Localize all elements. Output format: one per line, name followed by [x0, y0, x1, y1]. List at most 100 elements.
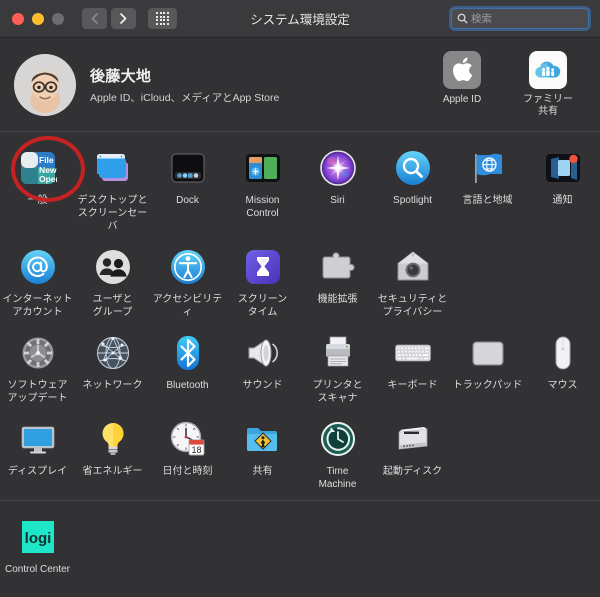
- pref-label-sharing: 共有: [252, 466, 273, 477]
- svg-text:File: File: [39, 155, 54, 165]
- displays-icon: [17, 418, 59, 460]
- apple-id-button[interactable]: Apple ID: [430, 50, 494, 119]
- pref-label-extensions: 機能拡張: [317, 294, 358, 305]
- grid-empty-slot: [525, 510, 600, 594]
- pref-label-time-machine: Time Machine: [319, 465, 357, 491]
- pref-item-displays[interactable]: ディスプレイ: [0, 412, 75, 498]
- bluetooth-icon: [167, 332, 209, 374]
- avatar[interactable]: [14, 53, 76, 116]
- pref-item-siri[interactable]: Siri: [300, 141, 375, 240]
- grid-icon: [156, 12, 169, 25]
- pref-item-mouse[interactable]: マウス: [525, 326, 600, 412]
- screentime-label-line1: スクリーン: [237, 294, 288, 305]
- pref-label-mouse: マウス: [547, 380, 578, 391]
- svg-text:Open: Open: [39, 174, 57, 184]
- pref-label-sound: サウンド: [242, 380, 283, 391]
- spotlight-icon: [392, 147, 434, 189]
- show-all-button[interactable]: [148, 8, 177, 29]
- startup-disk-icon: [392, 418, 434, 460]
- pref-label-security-privacy: セキュリティと プライバシー: [378, 293, 447, 319]
- pref-item-bluetooth[interactable]: Bluetooth: [150, 326, 225, 412]
- desktop-label-line2: スクリーンセーバ: [77, 208, 148, 232]
- timemachine-label-line1: Time: [326, 466, 349, 477]
- pref-item-startup-disk[interactable]: 起動ディスク: [375, 412, 450, 498]
- printers-label-line1: プリンタと: [312, 380, 363, 391]
- pref-item-energy-saver[interactable]: 省エネルギー: [75, 412, 150, 498]
- pref-item-desktop-screensaver[interactable]: デスクトップと スクリーンセーバ: [75, 141, 150, 240]
- pref-item-users-groups[interactable]: ユーザと グループ: [75, 240, 150, 326]
- grid-empty-slot: [525, 412, 600, 498]
- security-privacy-icon: [392, 246, 434, 288]
- pref-item-security-privacy[interactable]: セキュリティと プライバシー: [375, 240, 450, 326]
- pref-item-mission-control[interactable]: Mission Control: [225, 141, 300, 240]
- pref-label-accessibility: アクセシビリティ: [152, 294, 223, 318]
- softwareupdate-label-line1: ソフトウェア: [7, 380, 68, 391]
- pref-item-printers-scanners[interactable]: プリンタと スキャナ: [300, 326, 375, 412]
- search-placeholder: 検索: [471, 13, 492, 25]
- energy-saver-icon: [92, 418, 134, 460]
- preference-pane-grid: File New Open 一般: [0, 132, 600, 500]
- printers-scanners-icon: [317, 332, 359, 374]
- forward-button[interactable]: [111, 8, 136, 29]
- pref-item-trackpad[interactable]: トラックパッド: [450, 326, 525, 412]
- notifications-icon: [542, 147, 584, 189]
- user-subtitle: Apple ID、iCloud、メディアとApp Store: [90, 91, 280, 104]
- siri-icon: [317, 147, 359, 189]
- pref-label-mission-control: Mission Control: [246, 194, 280, 220]
- dock-icon: [167, 147, 209, 189]
- mission-label-line1: Mission: [245, 195, 280, 206]
- pref-label-software-update: ソフトウェア アップデート: [8, 379, 68, 405]
- mission-control-icon: [242, 147, 284, 189]
- users-label-line2: グループ: [92, 307, 133, 318]
- pref-item-keyboard[interactable]: キーボード: [375, 326, 450, 412]
- pref-item-general[interactable]: File New Open 一般: [0, 141, 75, 240]
- pref-label-language-region: 言語と地域: [462, 195, 513, 206]
- pref-item-sound[interactable]: サウンド: [225, 326, 300, 412]
- pref-label-desktop-screensaver: デスクトップと スクリーンセーバ: [77, 194, 149, 233]
- pref-label-keyboard: キーボード: [387, 380, 438, 391]
- users-label-line1: ユーザと: [92, 294, 133, 305]
- logi-wordmark: logi: [24, 530, 51, 547]
- pref-item-software-update[interactable]: ソフトウェア アップデート: [0, 326, 75, 412]
- network-icon: [92, 332, 134, 374]
- navigation-buttons: [82, 8, 136, 29]
- minimize-button[interactable]: [32, 12, 44, 25]
- pref-item-internet-accounts[interactable]: インターネット アカウント: [0, 240, 75, 326]
- time-machine-icon: [317, 418, 359, 460]
- sound-icon: [242, 332, 284, 374]
- pref-label-screen-time: スクリーン タイム: [238, 293, 288, 319]
- back-button[interactable]: [82, 8, 107, 29]
- pref-label-energy-saver: 省エネルギー: [82, 466, 143, 477]
- pref-item-time-machine[interactable]: Time Machine: [300, 412, 375, 498]
- pref-item-network[interactable]: ネットワーク: [75, 326, 150, 412]
- pref-item-notifications[interactable]: 通知: [525, 141, 600, 240]
- pref-item-dock[interactable]: Dock: [150, 141, 225, 240]
- mouse-icon: [542, 332, 584, 374]
- calendar-day-number: 18: [191, 445, 201, 455]
- grid-empty-slot: [75, 510, 150, 594]
- users-groups-icon: [92, 246, 134, 288]
- printers-label-line2: スキャナ: [317, 393, 358, 404]
- pref-item-date-time[interactable]: 18 日付と時刻: [150, 412, 225, 498]
- pref-label-dock: Dock: [176, 195, 199, 206]
- title-bar: システム環境設定 検索: [0, 0, 600, 38]
- pref-item-accessibility[interactable]: アクセシビリティ: [150, 240, 225, 326]
- pref-item-spotlight[interactable]: Spotlight: [375, 141, 450, 240]
- language-region-icon: [467, 147, 509, 189]
- pref-item-screen-time[interactable]: スクリーン タイム: [225, 240, 300, 326]
- close-button[interactable]: [12, 12, 24, 25]
- user-banner[interactable]: 後藤大地 Apple ID、iCloud、メディアとApp Store Appl…: [0, 38, 600, 131]
- zoom-button[interactable]: [52, 12, 64, 25]
- mission-label-line2: Control: [246, 208, 279, 219]
- pref-item-language-region[interactable]: 言語と地域: [450, 141, 525, 240]
- pref-item-logi-control-center[interactable]: logi Control Center: [0, 510, 75, 594]
- pref-item-sharing[interactable]: 共有: [225, 412, 300, 498]
- pref-item-extensions[interactable]: 機能拡張: [300, 240, 375, 326]
- logi-icon: logi: [17, 516, 59, 558]
- family-sharing-button[interactable]: ファミリー 共有: [516, 50, 580, 119]
- search-input[interactable]: 検索: [451, 8, 589, 29]
- grid-empty-slot: [525, 240, 600, 326]
- general-icon: File New Open: [17, 147, 59, 189]
- family-sharing-label-line2: 共有: [538, 106, 558, 117]
- pref-label-spotlight: Spotlight: [393, 195, 432, 206]
